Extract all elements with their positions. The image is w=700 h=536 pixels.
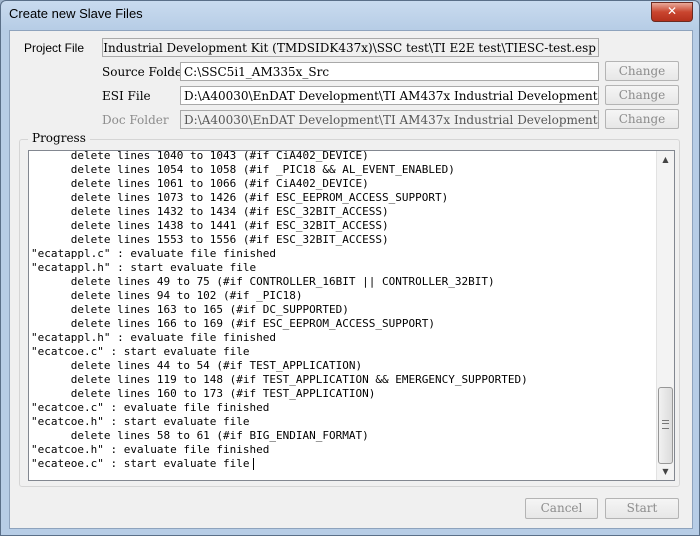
- log-line: delete lines 1553 to 1556 (#if ESC_32BIT…: [31, 233, 389, 246]
- log-line: delete lines 44 to 54 (#if TEST_APPLICAT…: [31, 359, 363, 372]
- esi-file-label: ESI File: [102, 89, 151, 103]
- esi-file-field[interactable]: D:\A40030\EnDAT Development\TI AM437x In…: [180, 86, 599, 105]
- start-button[interactable]: Start: [605, 498, 679, 519]
- log-line: delete lines 166 to 169 (#if ESC_EEPROM_…: [31, 317, 435, 330]
- log-line: delete lines 1054 to 1058 (#if _PIC18 &&…: [31, 163, 455, 176]
- scroll-up-arrow-icon[interactable]: ▲: [657, 151, 674, 168]
- log-line: delete lines 1073 to 1426 (#if ESC_EEPRO…: [31, 191, 449, 204]
- progress-log[interactable]: delete lines 1040 to 1043 (#if CiA402_DE…: [28, 150, 675, 481]
- progress-group-label: Progress: [28, 131, 90, 145]
- esi-file-change-button[interactable]: Change: [605, 85, 679, 105]
- log-line: "ecatcoe.c" : evaluate file finished: [31, 401, 270, 414]
- doc-folder-label: Doc Folder: [102, 113, 169, 127]
- log-line: delete lines 163 to 165 (#if DC_SUPPORTE…: [31, 303, 349, 316]
- esi-file-value: D:\A40030\EnDAT Development\TI AM437x In…: [184, 89, 598, 103]
- window-title: Create new Slave Files: [9, 6, 143, 21]
- log-line: "ecatcoe.h" : evaluate file finished: [31, 443, 270, 456]
- doc-folder-value: D:\A40030\EnDAT Development\TI AM437x In…: [184, 113, 598, 127]
- progress-log-lines: delete lines 1040 to 1043 (#if CiA402_DE…: [31, 150, 528, 471]
- source-folder-change-button[interactable]: Change: [605, 61, 679, 81]
- log-line: delete lines 1040 to 1043 (#if CiA402_DE…: [31, 150, 369, 162]
- log-line: "ecatappl.h" : evaluate file finished: [31, 331, 277, 344]
- doc-folder-change-button[interactable]: Change: [605, 109, 679, 129]
- project-file-value: velopment\TI AM437x Industrial Developme…: [103, 41, 596, 55]
- grip-icon: [662, 420, 669, 429]
- log-line: delete lines 1438 to 1441 (#if ESC_32BIT…: [31, 219, 389, 232]
- title-bar[interactable]: Create new Slave Files ✕: [1, 1, 699, 29]
- source-folder-label: Source Folder: [102, 65, 188, 79]
- close-button[interactable]: ✕: [651, 2, 693, 22]
- log-line: delete lines 94 to 102 (#if _PIC18): [31, 289, 303, 302]
- source-folder-value: C:\SSC5i1_AM335x_Src: [184, 65, 330, 79]
- project-file-label: Project File: [24, 41, 85, 55]
- log-line: delete lines 119 to 148 (#if TEST_APPLIC…: [31, 373, 528, 386]
- log-line: "ecatappl.h" : start evaluate file: [31, 261, 257, 274]
- scroll-thumb[interactable]: [658, 387, 673, 464]
- log-line: "ecatcoe.h" : start evaluate file: [31, 415, 250, 428]
- log-line: delete lines 58 to 61 (#if BIG_ENDIAN_FO…: [31, 429, 369, 442]
- source-folder-field[interactable]: C:\SSC5i1_AM335x_Src: [180, 62, 599, 81]
- log-line: delete lines 1432 to 1434 (#if ESC_32BIT…: [31, 205, 389, 218]
- log-line: delete lines 1061 to 1066 (#if CiA402_DE…: [31, 177, 369, 190]
- progress-scrollbar[interactable]: ▲ ▼: [656, 151, 674, 480]
- log-line: delete lines 160 to 173 (#if TEST_APPLIC…: [31, 387, 376, 400]
- project-file-field[interactable]: velopment\TI AM437x Industrial Developme…: [102, 38, 599, 57]
- log-line-current: "ecateoe.c" : start evaluate file: [31, 457, 528, 471]
- doc-folder-field[interactable]: D:\A40030\EnDAT Development\TI AM437x In…: [180, 110, 599, 129]
- scroll-down-arrow-icon[interactable]: ▼: [657, 463, 674, 480]
- cancel-button[interactable]: Cancel: [525, 498, 598, 519]
- text-cursor: [252, 458, 254, 470]
- log-line: "ecatappl.c" : evaluate file finished: [31, 247, 277, 260]
- log-line-current-text: "ecateoe.c" : start evaluate file: [31, 457, 250, 470]
- log-line: delete lines 49 to 75 (#if CONTROLLER_16…: [31, 275, 495, 288]
- log-line: "ecatcoe.c" : start evaluate file: [31, 345, 250, 358]
